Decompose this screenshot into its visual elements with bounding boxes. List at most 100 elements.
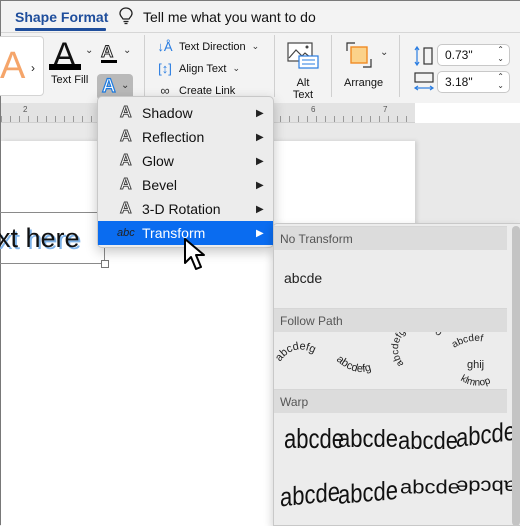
follow-path-button[interactable]: abcdef ghij klmnop: [450, 333, 492, 389]
shape-width-icon: [413, 72, 435, 91]
warp-option-7[interactable]: abcde: [400, 475, 460, 498]
menu-item-bevel[interactable]: A Bevel ▶: [98, 173, 273, 197]
path-sample-text: abcdefg: [334, 353, 372, 375]
path-sample-text: ghij: [467, 359, 484, 371]
tell-me-search[interactable]: Tell me what you want to do: [143, 9, 316, 25]
text-effects-dropdown-icon: ⌄: [121, 80, 130, 91]
ribbon-divider: [274, 35, 275, 97]
mouse-pointer-icon: [184, 238, 205, 270]
section-header-follow-path: Follow Path: [274, 308, 507, 332]
text-direction-icon: ↓Å: [157, 39, 173, 54]
text-outline-dropdown-icon[interactable]: ⌄: [123, 45, 131, 56]
shadow-icon: A: [120, 104, 133, 122]
arrange-dropdown-icon[interactable]: ⌄: [380, 47, 388, 58]
menu-item-label: Shadow: [142, 105, 193, 121]
path-sample-text: abcdef: [450, 333, 484, 351]
chevron-down-icon: ⌄: [251, 41, 260, 51]
follow-path-circle[interactable]: abcdefghijklmno: [390, 332, 445, 369]
transform-submenu: No Transform abcde Follow Path abcdefg a…: [273, 223, 520, 526]
wordart-style-icon: A: [0, 45, 26, 87]
warp-option-5[interactable]: abcde: [280, 476, 340, 513]
3d-rotation-icon: A: [120, 200, 133, 218]
align-text-icon: [↕]: [158, 61, 172, 76]
ruler-label: 6: [311, 105, 316, 114]
text-effects-menu: A Shadow ▶ A Reflection ▶ A Glow ▶ A Bev…: [97, 96, 274, 248]
ribbon-divider: [144, 35, 145, 97]
gallery-expand-icon[interactable]: ›: [31, 61, 35, 75]
warp-option-1[interactable]: abcde: [284, 423, 344, 456]
text-effects-icon: A: [101, 75, 116, 97]
submenu-scrollbar[interactable]: [512, 226, 520, 525]
width-stepper-icon[interactable]: ⌃ ⌄: [497, 72, 504, 90]
ruler-label: 2: [23, 105, 28, 114]
warp-option-4[interactable]: abcde: [456, 416, 516, 455]
ribbon-tab-bar: Shape Format Tell me what you want to do: [1, 1, 520, 33]
menu-item-reflection[interactable]: A Reflection ▶: [98, 125, 273, 149]
shape-width-input[interactable]: 3.18" ⌃ ⌄: [437, 71, 510, 93]
ribbon-divider: [399, 35, 400, 97]
menu-item-label: 3-D Rotation: [142, 201, 221, 217]
text-box-content[interactable]: xt here: [0, 223, 80, 254]
text-fill-dropdown-icon[interactable]: ⌄: [85, 45, 93, 56]
menu-item-label: Reflection: [142, 129, 205, 145]
warp-option-6[interactable]: abcde: [338, 475, 398, 511]
shape-height-value: 0.73": [445, 48, 473, 62]
menu-item-label: Bevel: [142, 177, 178, 193]
warp-option-8[interactable]: abcde: [456, 475, 516, 499]
transform-icon: abc: [117, 227, 135, 239]
align-text-label: Align Text: [179, 62, 227, 75]
path-sample-text: abcdefg: [274, 340, 318, 363]
ruler-label: 7: [383, 105, 388, 114]
section-header-warp: Warp: [274, 389, 507, 413]
text-fill-label: Text Fill: [51, 74, 89, 86]
bevel-icon: A: [120, 176, 133, 194]
path-sample-text: abcdefghijklmno: [390, 332, 445, 369]
arrange-label[interactable]: Arrange: [344, 77, 383, 89]
arrange-icon[interactable]: [345, 41, 373, 69]
reflection-icon: A: [120, 128, 133, 146]
chevron-down-icon: ⌄: [232, 63, 241, 73]
ribbon: A › A ⌄ Text Fill A ⌄ A ⌄ ↓Å Text Direct…: [0, 33, 520, 103]
text-direction-button[interactable]: ↓Å Text Direction ⌄: [157, 39, 259, 54]
height-stepper-icon[interactable]: ⌃ ⌄: [497, 45, 504, 63]
alt-text-button[interactable]: Alt Text: [289, 77, 317, 101]
shape-height-input[interactable]: 0.73" ⌃ ⌄: [437, 44, 510, 66]
warp-option-2[interactable]: abcde: [338, 424, 398, 454]
menu-item-3d-rotation[interactable]: A 3-D Rotation ▶: [98, 197, 273, 221]
follow-path-arch-up[interactable]: abcdefg: [274, 340, 318, 363]
submenu-arrow-icon: ▶: [256, 155, 264, 167]
shape-height-icon: [414, 45, 433, 67]
submenu-arrow-icon: ▶: [256, 203, 264, 215]
ribbon-divider: [331, 35, 332, 97]
path-sample-text: klmnop: [459, 373, 493, 388]
text-fill-color-swatch: [49, 64, 81, 70]
tab-shape-format[interactable]: Shape Format: [15, 9, 108, 25]
warp-option-3[interactable]: abcde: [398, 426, 458, 456]
lightbulb-icon: [119, 7, 133, 25]
submenu-arrow-icon: ▶: [256, 179, 264, 191]
follow-path-options: abcdefg abcdefg abcdefghijklmno abcdef g…: [274, 332, 492, 389]
ruler-margin: [415, 103, 520, 123]
resize-handle[interactable]: [101, 260, 109, 268]
menu-item-shadow[interactable]: A Shadow ▶: [98, 101, 273, 125]
transform-option-none[interactable]: abcde: [284, 270, 322, 286]
glow-icon: A: [120, 152, 133, 170]
follow-path-arch-down[interactable]: abcdefg: [334, 353, 372, 375]
submenu-arrow-icon: ▶: [256, 107, 264, 119]
menu-item-label: Glow: [142, 153, 174, 169]
text-direction-label: Text Direction: [179, 40, 246, 53]
section-header-no-transform: No Transform: [274, 226, 507, 250]
text-outline-color-swatch: [101, 60, 117, 63]
wordart-styles-gallery[interactable]: A ›: [0, 36, 44, 96]
menu-item-glow[interactable]: A Glow ▶: [98, 149, 273, 173]
alt-text-label-line2: Text: [292, 89, 314, 101]
align-text-button[interactable]: [↕] Align Text ⌄: [157, 61, 240, 76]
create-link-label: Create Link: [179, 84, 236, 97]
text-outline-icon[interactable]: A: [100, 42, 113, 62]
submenu-arrow-icon: ▶: [256, 227, 264, 239]
alt-text-icon[interactable]: [287, 41, 319, 69]
alt-text-label-line1: Alt: [296, 77, 310, 89]
shape-width-value: 3.18": [445, 75, 473, 89]
submenu-arrow-icon: ▶: [256, 131, 264, 143]
active-tab-indicator: [15, 28, 106, 31]
